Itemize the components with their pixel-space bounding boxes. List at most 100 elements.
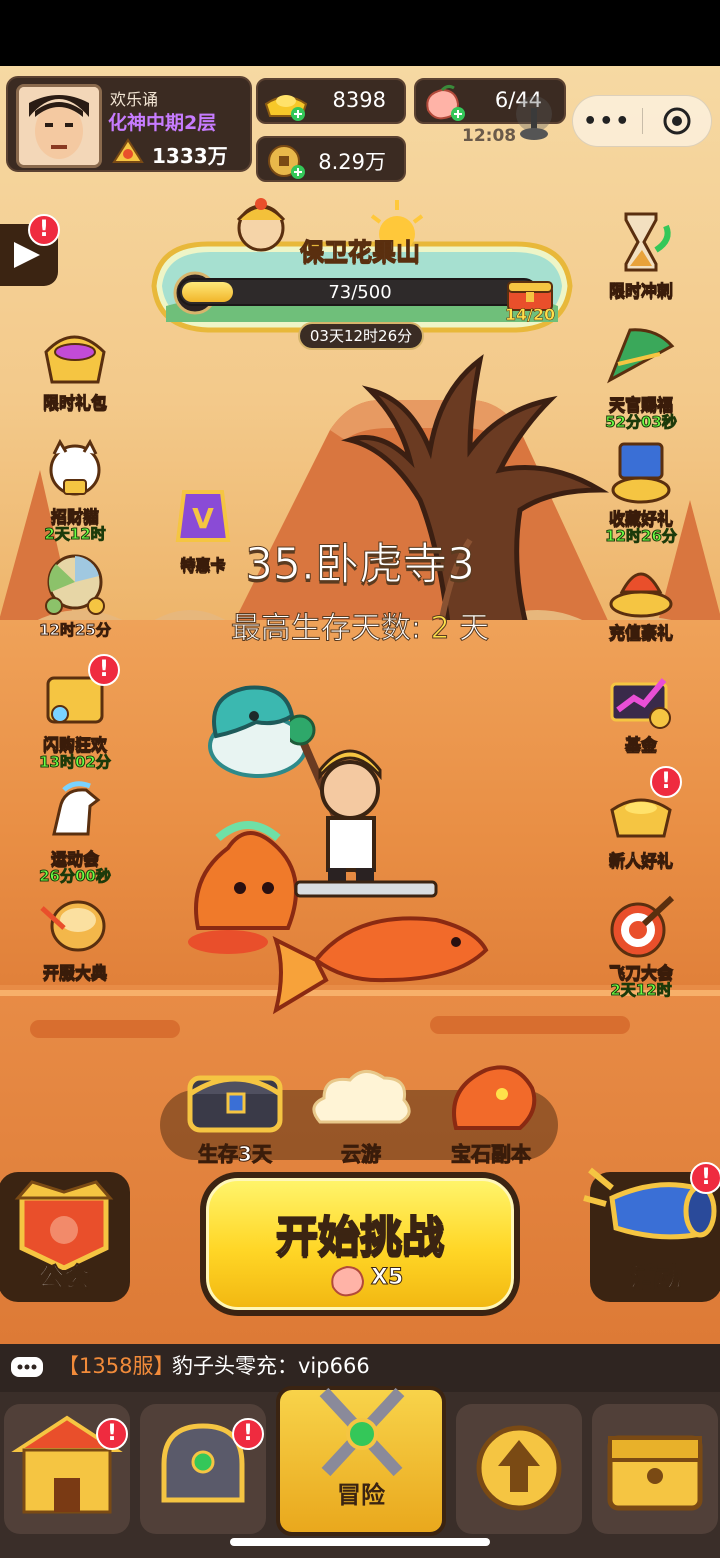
nav-shop[interactable]: ! xyxy=(4,1404,130,1534)
newbie-gift-button[interactable]: ! 新人好礼 xyxy=(586,766,696,870)
flying-knife-timer: 2天12时 xyxy=(610,981,672,999)
survive-record: 最高生存天数: 2 天 xyxy=(170,603,550,647)
nav-adventure-label: 冒险 xyxy=(337,1481,385,1509)
upgrade-arrow-icon xyxy=(476,1425,562,1511)
player-card[interactable]: 欢乐诵 化神中期2层 1333万 xyxy=(6,76,252,172)
player-power: 1333万 xyxy=(152,144,228,168)
gold-resource[interactable]: 8398 xyxy=(256,78,406,124)
cloud-travel-label: 云游 xyxy=(341,1142,382,1167)
stage-title: 35.卧虎寺3 xyxy=(245,539,476,591)
start-cost: X5 xyxy=(370,1265,404,1291)
fund-label: 基金 xyxy=(624,735,657,754)
fund-button[interactable]: 基金 xyxy=(586,664,696,754)
flash-sale-button[interactable]: ! 闪购狂欢 13时02分 xyxy=(20,654,130,771)
survive-days: 2 xyxy=(430,611,450,647)
limited-gift-button[interactable]: 限时礼包 xyxy=(20,322,130,412)
close-target-icon[interactable] xyxy=(643,106,712,136)
stamina-timer: 12:08 xyxy=(462,126,517,146)
peach-icon xyxy=(426,84,465,121)
cloud-travel-button[interactable]: 云游 xyxy=(306,1064,416,1167)
heavenly-blessing-button[interactable]: 天官赐福 52分03秒 xyxy=(586,324,696,431)
lucky-cat-icon xyxy=(49,438,101,496)
survival-mode-button[interactable]: 生存3天 xyxy=(180,1064,290,1167)
heavenly-blessing-label: 天官赐福 xyxy=(608,395,673,414)
start-challenge-button[interactable]: 开始挑战 X5 xyxy=(200,1172,520,1316)
start-challenge-label: 开始挑战 xyxy=(275,1211,445,1262)
share-button[interactable]: ! xyxy=(0,214,60,286)
sports-meet-button[interactable]: 运动会 26分00秒 xyxy=(20,778,130,885)
horse-icon xyxy=(52,781,101,836)
nav-upgrade[interactable] xyxy=(456,1404,582,1534)
activity-label: 活动 xyxy=(629,1263,682,1294)
joystick-icon[interactable] xyxy=(512,94,556,146)
lottery-wheel-icon xyxy=(45,554,105,615)
newbie-gift-label: 新人好礼 xyxy=(608,851,673,870)
peach-cost-icon xyxy=(331,1265,365,1297)
miniprogram-capsule: ••• xyxy=(572,95,712,147)
chat-server: 【1358服】 xyxy=(58,1354,175,1378)
fire-fish-icon xyxy=(272,880,489,1015)
target-knife-icon xyxy=(610,895,675,958)
player-rank: 化神中期2层 xyxy=(108,112,217,134)
flash-sale-timer: 13时02分 xyxy=(39,753,112,771)
activity-button[interactable]: ! 活动 xyxy=(583,1162,720,1302)
power-helmet-icon xyxy=(112,138,144,163)
launch-ceremony-label: 开服大典 xyxy=(42,963,107,982)
avatar[interactable] xyxy=(16,84,102,168)
fan-icon xyxy=(607,328,675,384)
flying-knife-label: 飞刀大会 xyxy=(608,963,673,982)
coin-icon xyxy=(268,145,305,179)
survive-unit: 天 xyxy=(459,611,490,647)
gem-dungeon-button[interactable]: 宝石副本 xyxy=(436,1058,546,1167)
launch-ceremony-button[interactable]: 开服大典 xyxy=(20,892,130,982)
recharge-gift-button[interactable]: 充值豪礼 xyxy=(586,552,696,642)
sports-meet-timer: 26分00秒 xyxy=(39,867,112,885)
gem-dungeon-label: 宝石副本 xyxy=(451,1142,532,1167)
event-progress-text: 73/500 xyxy=(328,282,392,303)
collection-gift-timer: 12时26分 xyxy=(605,527,678,545)
flying-knife-button[interactable]: 飞刀大会 2天12时 xyxy=(586,892,696,999)
treasure-chest-icon xyxy=(607,1435,703,1511)
event-chest-count: 14/20 xyxy=(504,305,556,325)
survival-mode-label: 生存3天 xyxy=(198,1142,273,1167)
game-screen: 欢乐诵 化神中期2层 1333万 8398 8.29万 6/44 12:08 •… xyxy=(0,0,720,1558)
lucky-cat-button[interactable]: 招财猫 2天12时 xyxy=(20,436,130,543)
coin-pile-icon xyxy=(609,572,673,618)
share-badge: ! xyxy=(28,214,60,246)
hero-face-icon xyxy=(19,87,99,165)
gold-ingot-icon xyxy=(264,95,308,121)
wheel-button[interactable]: 12时25分 xyxy=(20,550,130,639)
wheel-timer: 12时25分 xyxy=(39,621,112,639)
chat-bubble-icon xyxy=(11,1357,43,1377)
nav-adventure[interactable]: 冒险 xyxy=(276,1386,446,1536)
survive-label: 最高生存天数: xyxy=(230,611,421,647)
flash-sale-badge: ! xyxy=(88,654,120,686)
recharge-gift-label: 充值豪礼 xyxy=(608,623,673,642)
hourglass-icon xyxy=(624,212,671,272)
collection-screen-icon xyxy=(611,442,671,504)
nav-equipment[interactable]: ! xyxy=(140,1404,266,1534)
lucky-cat-label: 招财猫 xyxy=(50,507,99,526)
collection-gift-label: 收藏好礼 xyxy=(608,509,673,528)
guild-button[interactable]: 公会 xyxy=(0,1172,130,1302)
heavenly-blessing-timer: 52分03秒 xyxy=(605,413,678,431)
sports-meet-label: 运动会 xyxy=(50,849,99,868)
cloud-icon xyxy=(312,1070,411,1124)
more-menu-icon[interactable]: ••• xyxy=(573,109,642,134)
gold-value: 8398 xyxy=(332,88,386,112)
limited-gift-label: 限时礼包 xyxy=(42,393,107,412)
survival-chest-icon xyxy=(187,1075,283,1133)
nav-treasure[interactable] xyxy=(592,1404,718,1534)
limited-sprint-button[interactable]: 限时冲刺 xyxy=(586,210,696,300)
collection-gift-button[interactable]: 收藏好礼 12时26分 xyxy=(586,438,696,545)
limited-sprint-label: 限时冲刺 xyxy=(608,281,673,300)
home-indicator xyxy=(230,1538,490,1546)
event-progress-fill xyxy=(182,282,234,302)
guild-label: 公会 xyxy=(37,1263,90,1294)
newbie-gift-badge: ! xyxy=(650,766,682,798)
coin-resource[interactable]: 8.29万 xyxy=(256,136,406,182)
status-bar xyxy=(0,0,720,66)
lucky-cat-timer: 2天12时 xyxy=(44,525,106,543)
fund-chart-icon xyxy=(610,678,671,729)
coin-value: 8.29万 xyxy=(318,150,386,174)
